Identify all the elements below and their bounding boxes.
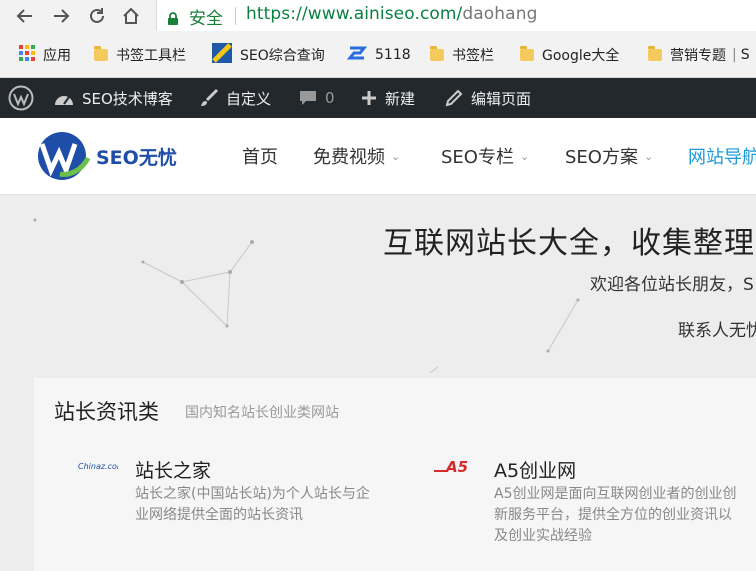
nav-label: 网站导航	[688, 147, 756, 168]
seo-wuyou-logo-icon	[38, 132, 91, 180]
bookmark-5118[interactable]: 5118	[346, 44, 411, 66]
customize-label: 自定义	[226, 89, 272, 108]
site-link-chinaz[interactable]: 站长之家	[135, 456, 211, 483]
folder-icon	[94, 46, 108, 61]
chevron-down-icon: ⌄	[519, 149, 530, 163]
bookmark-label: 5118	[375, 47, 411, 63]
chevron-down-icon: ⌄	[643, 149, 654, 163]
nav-item-seo-column[interactable]: SEO专栏 ⌄	[441, 118, 529, 194]
folder-icon	[430, 46, 444, 61]
apps-grid-icon	[19, 45, 35, 65]
nav-label: SEO专栏	[441, 147, 514, 168]
dashboard-icon	[55, 96, 73, 105]
home-icon	[123, 7, 139, 24]
browser-toolbar: 安全 https://www.ainiseo.com/daohang	[0, 0, 756, 32]
nav-item-seo-plans[interactable]: SEO方案 ⌄	[565, 118, 653, 194]
comment-icon	[300, 91, 316, 105]
lock-icon	[167, 10, 179, 29]
pencil-icon	[445, 89, 463, 107]
chevron-down-icon: ⌄	[391, 149, 401, 163]
chinaz-logo-text: Chinaz.com	[78, 462, 118, 471]
wordpress-icon	[8, 85, 34, 111]
reload-icon	[90, 8, 104, 23]
forward-button[interactable]	[48, 3, 74, 29]
address-bar[interactable]: 安全 https://www.ainiseo.com/daohang	[156, 0, 756, 31]
site-logo[interactable]: SEO无忧	[36, 130, 177, 182]
home-button[interactable]	[118, 3, 144, 29]
folder-icon	[520, 46, 534, 61]
hero-title: 互联网站长大全，收集整理站	[383, 226, 756, 261]
site-desc-chinaz: 站长之家(中国站长站)为个人站长与企 业网络提供全面的站长资讯	[135, 486, 370, 523]
admin-site-name[interactable]: SEO技术博客	[53, 78, 173, 118]
hero-contact: 联系人无忧	[678, 321, 756, 341]
bookmark-marketing-folder[interactable]: 营销专题 | S	[648, 44, 750, 66]
edit-page-label: 编辑页面	[471, 89, 532, 108]
admin-edit-page[interactable]: 编辑页面	[444, 78, 531, 118]
url-text[interactable]: https://www.ainiseo.com/daohang	[246, 4, 537, 24]
reload-button[interactable]	[84, 3, 110, 29]
bookmarks-bar: 应用 书签工具栏 SEO综合查询 5118 书签栏 Google大全 营销专题 …	[0, 32, 756, 78]
bookmark-bookmarks-folder[interactable]: 书签栏	[430, 44, 494, 66]
bookmark-label: S	[740, 47, 750, 63]
5118-logo-icon	[346, 45, 368, 65]
admin-bar: SEO技术博客 自定义 0 新建 编辑页面	[0, 78, 756, 118]
site-header: SEO无忧 首页 免费视频 ⌄ SEO专栏 ⌄ SEO方案 ⌄ 网站导航	[0, 118, 756, 195]
forward-arrow-icon	[54, 9, 70, 23]
bookmark-label: 书签栏	[452, 48, 494, 64]
site-desc-a5: A5创业网是面向互联网创业者的创业创 新服务平台，提供全方位的创业资讯以 及创业…	[494, 486, 737, 544]
back-button[interactable]	[12, 3, 38, 29]
bookmark-toolbar-folder[interactable]: 书签工具栏	[94, 44, 186, 66]
bookmark-apps[interactable]: 应用	[19, 44, 71, 66]
admin-customize[interactable]: 自定义	[199, 78, 271, 118]
logo-text: SEO无忧	[96, 146, 177, 169]
wordpress-logo-button[interactable]	[8, 78, 41, 118]
nav-label: SEO方案	[565, 147, 638, 168]
section-subtitle: 国内知名站长创业类网站	[185, 405, 339, 421]
plus-icon	[362, 91, 376, 105]
bookmark-separator: |	[732, 47, 737, 63]
new-label: 新建	[385, 89, 416, 108]
bookmark-label: Google大全	[542, 48, 620, 64]
bookmark-label: SEO综合查询	[240, 48, 325, 64]
nav-item-site-directory[interactable]: 网站导航	[688, 118, 756, 194]
comments-count: 0	[325, 89, 335, 107]
nav-label: 免费视频	[313, 147, 385, 168]
folder-icon	[648, 46, 662, 61]
site-name-label: SEO技术博客	[82, 89, 173, 108]
seo-tool-icon	[212, 43, 232, 67]
a5-logo[interactable]: A5	[434, 458, 484, 480]
bookmark-label: 营销专题	[670, 48, 726, 64]
nav-item-home[interactable]: 首页	[242, 118, 278, 194]
back-arrow-icon	[16, 9, 32, 23]
bookmark-seo-query[interactable]: SEO综合查询	[212, 43, 325, 67]
paintbrush-icon	[201, 88, 219, 106]
nav-label: 首页	[242, 147, 278, 168]
bookmark-google-folder[interactable]: Google大全	[520, 44, 619, 66]
admin-comments[interactable]: 0	[298, 78, 335, 118]
admin-new[interactable]: 新建	[360, 78, 415, 118]
category-card: 站长资讯类 国内知名站长创业类网站 Chinaz.com 站长之家 站长之家(中…	[34, 378, 756, 571]
section-title: 站长资讯类	[54, 400, 159, 424]
hero-subtitle: 欢迎各位站长朋友，S	[590, 275, 754, 295]
a5-logo-text: A5	[445, 458, 468, 476]
url-divider	[235, 7, 236, 25]
secure-label: 安全	[189, 9, 223, 29]
bookmark-label: 书签工具栏	[116, 48, 186, 64]
nav-item-videos[interactable]: 免费视频 ⌄	[313, 118, 400, 194]
site-link-a5[interactable]: A5创业网	[494, 456, 576, 483]
bookmark-label: 应用	[43, 48, 71, 64]
chinaz-logo[interactable]: Chinaz.com	[78, 458, 125, 477]
